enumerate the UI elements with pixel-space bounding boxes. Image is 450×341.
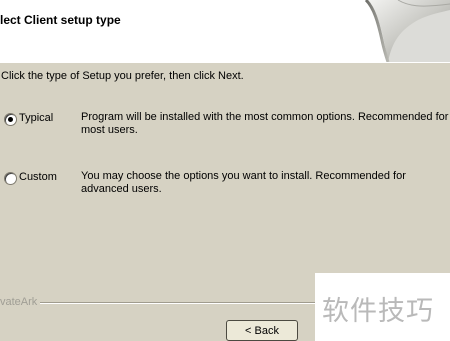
instruction-text: Click the type of Setup you prefer, then… xyxy=(1,70,244,82)
wizard-header: lect Client setup type xyxy=(0,0,450,63)
custom-description: You may choose the options you want to i… xyxy=(81,170,406,195)
installer-brand: vateArk xyxy=(0,296,38,308)
typical-description: Program will be installed with the most … xyxy=(81,111,449,136)
page-curl-graphic xyxy=(364,0,450,62)
header-title: lect Client setup type xyxy=(0,13,121,27)
watermark-text: 软件技巧 xyxy=(322,296,434,327)
custom-label[interactable]: Custom xyxy=(19,171,57,183)
watermark-overlay: 软件技巧 xyxy=(315,273,450,341)
back-button[interactable]: < Back xyxy=(226,320,298,341)
header-separator xyxy=(0,62,450,63)
typical-label[interactable]: Typical xyxy=(19,112,53,124)
typical-radio[interactable] xyxy=(4,113,17,126)
radio-selected-dot xyxy=(8,117,13,122)
custom-radio[interactable] xyxy=(4,172,17,185)
